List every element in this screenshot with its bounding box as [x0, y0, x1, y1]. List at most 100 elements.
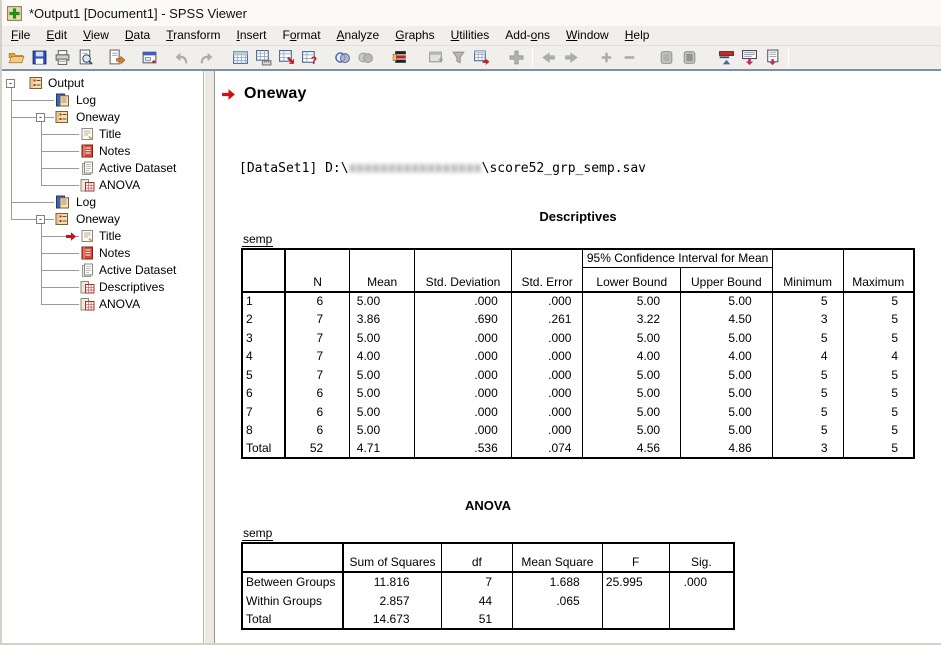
cell-value: .000 [511, 384, 583, 403]
cell-value: 5 [843, 421, 914, 440]
tree-connector-line [41, 253, 79, 254]
tree-connector-line [11, 100, 54, 101]
cell-value: 7 [285, 329, 350, 348]
tree-item-output[interactable]: -Output [2, 75, 203, 92]
tree-item-title[interactable]: Title [2, 126, 203, 143]
pane-splitter[interactable] [204, 71, 215, 643]
find-icon[interactable]: ? [298, 47, 321, 68]
output-book-icon [29, 76, 44, 90]
cell-value: 4 [843, 347, 914, 366]
output-viewer[interactable]: Oneway [DataSet1] D:\xxxxxxxxxxxxxxxxx\s… [215, 71, 941, 643]
tree-item-anova[interactable]: ANOVA [2, 177, 203, 194]
cell-value: 4.56 [583, 440, 681, 459]
tree-expander[interactable]: - [36, 215, 45, 224]
tree-connector-line [41, 270, 79, 271]
cell-value: 5 [843, 329, 914, 348]
tree-item-notes[interactable]: Notes [2, 245, 203, 262]
cell-value: 3 [772, 310, 843, 329]
menu-insert[interactable]: Insert [228, 26, 274, 45]
save-icon[interactable] [28, 47, 51, 68]
menu-view[interactable]: View [75, 26, 117, 45]
cell-value: .074 [511, 440, 583, 459]
dataset-path-censored: xxxxxxxxxxxxxxxxx [349, 161, 482, 176]
cell-value: .000 [511, 347, 583, 366]
undo-icon [171, 47, 194, 68]
cell-value: .000 [511, 421, 583, 440]
tree-item-log[interactable]: Log [2, 92, 203, 109]
tree-item-anova[interactable]: ANOVA [2, 296, 203, 313]
insert-table-icon[interactable] [470, 47, 493, 68]
print-preview-icon[interactable] [74, 47, 97, 68]
anova-col-header: Mean Square [513, 543, 603, 572]
tree-item-notes[interactable]: Notes [2, 143, 203, 160]
tree-item-descriptives[interactable]: Descriptives [2, 279, 203, 296]
cell-value: 5.00 [583, 329, 681, 348]
descriptives-title: Descriptives [241, 209, 915, 224]
menu-graphs[interactable]: Graphs [387, 26, 442, 45]
cell-value: 4.71 [350, 440, 415, 459]
collapse-icon[interactable] [715, 47, 738, 68]
anova-table[interactable]: Sum of SquaresdfMean SquareFSig.Between … [241, 542, 735, 630]
cell-value: 5 [843, 384, 914, 403]
print-icon[interactable] [51, 47, 74, 68]
cell-value: 25.995 [602, 572, 669, 591]
menu-window[interactable]: Window [558, 26, 617, 45]
notes-icon [80, 144, 95, 158]
menu-data[interactable]: Data [117, 26, 158, 45]
tree-item-label: Title [99, 127, 121, 141]
export-icon[interactable] [105, 47, 128, 68]
menu-help[interactable]: Help [617, 26, 658, 45]
tree-expander[interactable]: - [6, 79, 15, 88]
cell-value: 7 [285, 310, 350, 329]
tree-expander[interactable]: - [36, 113, 45, 122]
tree-item-active-dataset[interactable]: Active Dataset [2, 160, 203, 177]
goto-data-icon[interactable] [229, 47, 252, 68]
menu-utilities[interactable]: Utilities [443, 26, 498, 45]
menu-file[interactable]: File [3, 26, 38, 45]
anova-row: Between Groups11.81671.68825.995.000 [242, 572, 734, 591]
table-item-icon [80, 297, 95, 311]
goto-case-icon[interactable] [252, 47, 275, 68]
cell-value [602, 591, 669, 610]
toolbar: ? [2, 46, 941, 71]
notes-icon [80, 246, 95, 260]
menu-format[interactable]: Format [275, 26, 329, 45]
menu-analyze[interactable]: Analyze [329, 26, 388, 45]
variables-icon[interactable] [275, 47, 298, 68]
demote-icon [618, 47, 641, 68]
tree-item-label: ANOVA [99, 178, 140, 192]
cell-value: 5.00 [350, 421, 415, 440]
descriptives-row: 165.00.000.0005.005.0055 [242, 292, 914, 311]
cell-value: 5.00 [681, 384, 773, 403]
nav-right-icon [560, 47, 583, 68]
cell-value: .000 [415, 403, 512, 422]
designate-window-icon [424, 47, 447, 68]
cell-value: 51 [441, 610, 513, 629]
row-label: Total [242, 440, 285, 459]
cell-value [602, 610, 669, 629]
menu-add-ons[interactable]: Add-ons [497, 26, 558, 45]
row-label: Total [242, 610, 343, 629]
tree-item-active-dataset[interactable]: Active Dataset [2, 262, 203, 279]
anova-col-header: Sum of Squares [343, 543, 441, 572]
recall-dialog-icon[interactable] [138, 47, 161, 68]
cell-value: 4.00 [583, 347, 681, 366]
move-down-icon[interactable] [761, 47, 784, 68]
outline-tree[interactable]: -OutputLog-OnewayTitleNotesActive Datase… [2, 71, 204, 643]
expand-icon[interactable] [738, 47, 761, 68]
descriptives-table[interactable]: NMeanStd. DeviationStd. Error95% Confide… [241, 248, 915, 459]
tree-item-oneway[interactable]: -Oneway [2, 109, 203, 126]
cell-value: .000 [415, 366, 512, 385]
select-last-output-icon[interactable] [389, 47, 412, 68]
cell-value: 5 [772, 421, 843, 440]
open-icon[interactable] [5, 47, 28, 68]
menu-edit[interactable]: Edit [38, 26, 75, 45]
use-sets-icon[interactable] [331, 47, 354, 68]
menu-transform[interactable]: Transform [158, 26, 228, 45]
tree-item-title[interactable]: Title [2, 228, 203, 245]
tree-item-log[interactable]: Log [2, 194, 203, 211]
row-label: 5 [242, 366, 285, 385]
log-icon [55, 93, 70, 107]
tree-item-oneway[interactable]: -Oneway [2, 211, 203, 228]
anova-col-header: F [602, 543, 669, 572]
